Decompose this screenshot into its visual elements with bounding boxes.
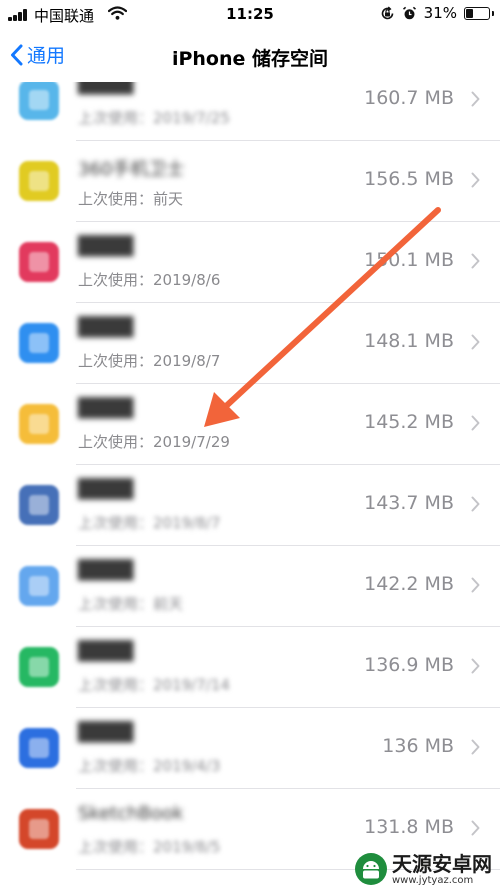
app-last-used: 上次使用：2019/8/7 — [78, 352, 221, 370]
app-name: SketchBook — [78, 803, 184, 824]
chevron-right-icon — [471, 496, 480, 512]
app-name: ████ — [78, 317, 134, 338]
alarm-icon — [402, 6, 416, 19]
app-icon — [19, 485, 59, 525]
app-size: 136 MB — [382, 735, 454, 757]
app-last-used: 上次使用：前天 — [78, 595, 184, 613]
app-icon — [19, 728, 59, 768]
app-name: 360手机卫士 — [78, 159, 185, 180]
chevron-right-icon — [471, 334, 480, 350]
app-size: 145.2 MB — [364, 411, 454, 433]
chevron-right-icon — [471, 820, 480, 836]
battery-percent: 31% — [423, 4, 457, 22]
app-icon — [19, 566, 59, 606]
app-icon — [19, 647, 59, 687]
android-robot-icon — [355, 853, 387, 885]
battery-icon — [464, 6, 494, 20]
app-last-used: 上次使用：2019/8/6 — [78, 271, 221, 289]
app-size: 156.5 MB — [364, 168, 454, 190]
chevron-right-icon — [471, 739, 480, 755]
chevron-right-icon — [471, 172, 480, 188]
app-last-used: 上次使用：2019/7/14 — [78, 676, 230, 694]
app-size: 142.2 MB — [364, 573, 454, 595]
app-row[interactable]: ████ 上次使用：2019/8/7 148.1 MB — [0, 303, 500, 384]
app-size: 160.7 MB — [364, 87, 454, 109]
app-last-used: 上次使用：前天 — [78, 190, 184, 208]
rotation-lock-icon — [381, 5, 393, 19]
watermark: 天源安卓网 www.jytyaz.com — [354, 852, 492, 886]
app-icon — [19, 82, 59, 120]
chevron-right-icon — [471, 658, 480, 674]
app-size: 131.8 MB — [364, 816, 454, 838]
chevron-right-icon — [471, 253, 480, 269]
status-bar: 中国联通 11:25 31% — [0, 0, 500, 30]
app-row[interactable]: ████ 上次使用：2019/7/25 160.7 MB — [0, 82, 500, 141]
app-name: ████ — [78, 479, 134, 500]
app-row[interactable]: ████ 上次使用：2019/4/3 136 MB — [0, 708, 500, 789]
app-name: ████ — [78, 641, 134, 662]
page-title: iPhone 储存空间 — [171, 48, 329, 70]
navigation-bar: 通用 iPhone 储存空间 — [0, 30, 500, 82]
app-name: ████ — [78, 722, 134, 743]
app-last-used: 上次使用：2019/8/5 — [78, 838, 221, 856]
app-last-used: 上次使用：2019/7/25 — [78, 109, 230, 127]
app-last-used: 上次使用：2019/4/3 — [78, 757, 221, 775]
app-name: ████ — [78, 82, 134, 95]
app-row[interactable]: ████ 上次使用：2019/8/7 143.7 MB — [0, 465, 500, 546]
app-storage-list: ████ 上次使用：2019/7/25 160.7 MB 360手机卫士 上次使… — [0, 82, 500, 889]
app-name: ████ — [78, 236, 134, 257]
app-last-used: 上次使用：2019/8/7 — [78, 514, 221, 532]
app-name: ████ — [78, 398, 134, 419]
app-row[interactable]: ████ 上次使用：前天 142.2 MB — [0, 546, 500, 627]
app-size: 143.7 MB — [364, 492, 454, 514]
app-size: 136.9 MB — [364, 654, 454, 676]
app-icon — [19, 161, 59, 201]
app-name: ████ — [78, 560, 134, 581]
app-row[interactable]: 360手机卫士 上次使用：前天 156.5 MB — [0, 141, 500, 222]
app-size: 150.1 MB — [364, 249, 454, 271]
app-icon — [19, 323, 59, 363]
app-row[interactable]: ████ 上次使用：2019/7/29 145.2 MB — [0, 384, 500, 465]
app-icon — [19, 404, 59, 444]
chevron-right-icon — [471, 577, 480, 593]
chevron-right-icon — [471, 415, 480, 431]
app-row[interactable]: ████ 上次使用：2019/7/14 136.9 MB — [0, 627, 500, 708]
app-last-used: 上次使用：2019/7/29 — [78, 433, 230, 451]
watermark-url: www.jytyaz.com — [392, 874, 474, 886]
app-row[interactable]: ████ 上次使用：2019/8/6 150.1 MB — [0, 222, 500, 303]
app-icon — [19, 809, 59, 849]
watermark-text: 天源安卓网 — [392, 851, 492, 876]
app-size: 148.1 MB — [364, 330, 454, 352]
chevron-right-icon — [471, 91, 480, 107]
app-icon — [19, 242, 59, 282]
